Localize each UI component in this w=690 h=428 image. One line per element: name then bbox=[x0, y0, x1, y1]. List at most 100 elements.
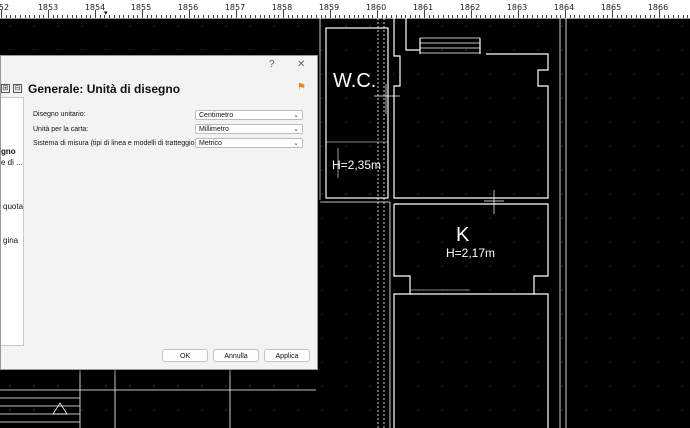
grid-dot bbox=[537, 241, 539, 243]
tree-item[interactable]: e di ... bbox=[1, 158, 23, 167]
grid-dot bbox=[585, 169, 587, 171]
ruler-tick bbox=[518, 10, 519, 18]
grid-dot bbox=[441, 121, 443, 123]
grid-dot bbox=[633, 25, 635, 27]
tree-item[interactable]: gina bbox=[3, 236, 18, 245]
grid-dot bbox=[345, 313, 347, 315]
unit-drawing-select[interactable]: Centimetro ⌄ bbox=[195, 110, 303, 120]
ok-button[interactable]: OK bbox=[162, 349, 208, 362]
wc-room-label: W.C. bbox=[333, 70, 377, 92]
grid-dot bbox=[513, 337, 515, 339]
grid-dot bbox=[345, 337, 347, 339]
pin-icon[interactable]: ⚑ bbox=[297, 82, 306, 93]
grid-dot bbox=[657, 73, 659, 75]
grid-dot bbox=[513, 49, 515, 51]
grid-dot bbox=[489, 145, 491, 147]
grid-dot bbox=[345, 217, 347, 219]
grid-dot bbox=[369, 385, 371, 387]
grid-dot bbox=[441, 265, 443, 267]
grid-dot bbox=[537, 313, 539, 315]
settings-tree[interactable]: gno e di ... quota gina bbox=[1, 97, 24, 346]
grid-dot bbox=[9, 49, 11, 51]
select-value: Metrico bbox=[199, 140, 222, 147]
ruler-label: 1858 bbox=[271, 3, 293, 12]
ruler-tick bbox=[659, 10, 660, 18]
grid-dot bbox=[633, 73, 635, 75]
kitchen-room-label: K bbox=[456, 224, 470, 246]
grid-dot bbox=[585, 337, 587, 339]
grid-dot bbox=[465, 121, 467, 123]
help-icon[interactable]: ? bbox=[269, 59, 275, 70]
grid-dot bbox=[633, 289, 635, 291]
grid-dot bbox=[345, 289, 347, 291]
grid-dot bbox=[561, 169, 563, 171]
grid-dot bbox=[345, 97, 347, 99]
grid-dot bbox=[657, 289, 659, 291]
grid-dot bbox=[225, 25, 227, 27]
grid-dot bbox=[609, 265, 611, 267]
grid-dot bbox=[201, 409, 203, 411]
grid-dot bbox=[465, 361, 467, 363]
grid-dot bbox=[129, 385, 131, 387]
dialog-titlebar[interactable]: ? ✕ bbox=[1, 56, 317, 74]
grid-dot bbox=[561, 193, 563, 195]
grid-dot bbox=[513, 169, 515, 171]
grid-dot bbox=[561, 409, 563, 411]
tree-item[interactable]: gno bbox=[1, 147, 16, 156]
expand-all-icon[interactable]: ⊞ bbox=[1, 84, 10, 93]
measurement-system-select[interactable]: Metrico ⌄ bbox=[195, 138, 303, 148]
grid-dot bbox=[465, 193, 467, 195]
grid-dot bbox=[441, 97, 443, 99]
paper-unit-select[interactable]: Millimetro ⌄ bbox=[195, 124, 303, 134]
grid-dot bbox=[201, 49, 203, 51]
collapse-all-icon[interactable]: ⊟ bbox=[13, 84, 22, 93]
grid-dot bbox=[657, 145, 659, 147]
grid-dot bbox=[321, 73, 323, 75]
grid-dot bbox=[609, 97, 611, 99]
ruler-label: 1861 bbox=[412, 3, 434, 12]
grid-dot bbox=[225, 49, 227, 51]
grid-dot bbox=[249, 49, 251, 51]
grid-dot bbox=[657, 313, 659, 315]
grid-dot bbox=[417, 193, 419, 195]
grid-dot bbox=[33, 409, 35, 411]
grid-dot bbox=[465, 313, 467, 315]
grid-dot bbox=[681, 25, 683, 27]
grid-dot bbox=[441, 49, 443, 51]
cancel-button[interactable]: Annulla bbox=[213, 349, 259, 362]
tree-item[interactable]: quota bbox=[3, 202, 23, 211]
ruler-label: 1865 bbox=[600, 3, 622, 12]
grid-dot bbox=[585, 193, 587, 195]
grid-dot bbox=[417, 385, 419, 387]
kitchen-height-label: H=2,17m bbox=[446, 246, 496, 260]
grid-dot bbox=[513, 121, 515, 123]
grid-dot bbox=[609, 289, 611, 291]
ruler-label: 1856 bbox=[177, 3, 199, 12]
grid-dot bbox=[417, 73, 419, 75]
grid-dot bbox=[9, 385, 11, 387]
grid-dot bbox=[105, 25, 107, 27]
grid-dot bbox=[177, 409, 179, 411]
grid-dot bbox=[177, 49, 179, 51]
grid-dot bbox=[345, 241, 347, 243]
close-icon[interactable]: ✕ bbox=[297, 59, 305, 70]
page-title: Generale: Unità di disegno bbox=[28, 82, 181, 96]
grid-dot bbox=[513, 73, 515, 75]
ruler-label: 1864 bbox=[553, 3, 575, 12]
grid-dot bbox=[345, 265, 347, 267]
grid-dot bbox=[9, 409, 11, 411]
grid-dot bbox=[489, 241, 491, 243]
apply-button[interactable]: Applica bbox=[264, 349, 310, 362]
grid-dot bbox=[321, 337, 323, 339]
grid-dot bbox=[633, 265, 635, 267]
grid-dot bbox=[153, 25, 155, 27]
grid-dot bbox=[321, 241, 323, 243]
grid-dot bbox=[609, 217, 611, 219]
grid-dot bbox=[417, 25, 419, 27]
grid-dot bbox=[105, 49, 107, 51]
grid-dot bbox=[153, 385, 155, 387]
grid-dot bbox=[465, 409, 467, 411]
grid-dot bbox=[513, 265, 515, 267]
grid-dot bbox=[681, 241, 683, 243]
grid-dot bbox=[681, 217, 683, 219]
